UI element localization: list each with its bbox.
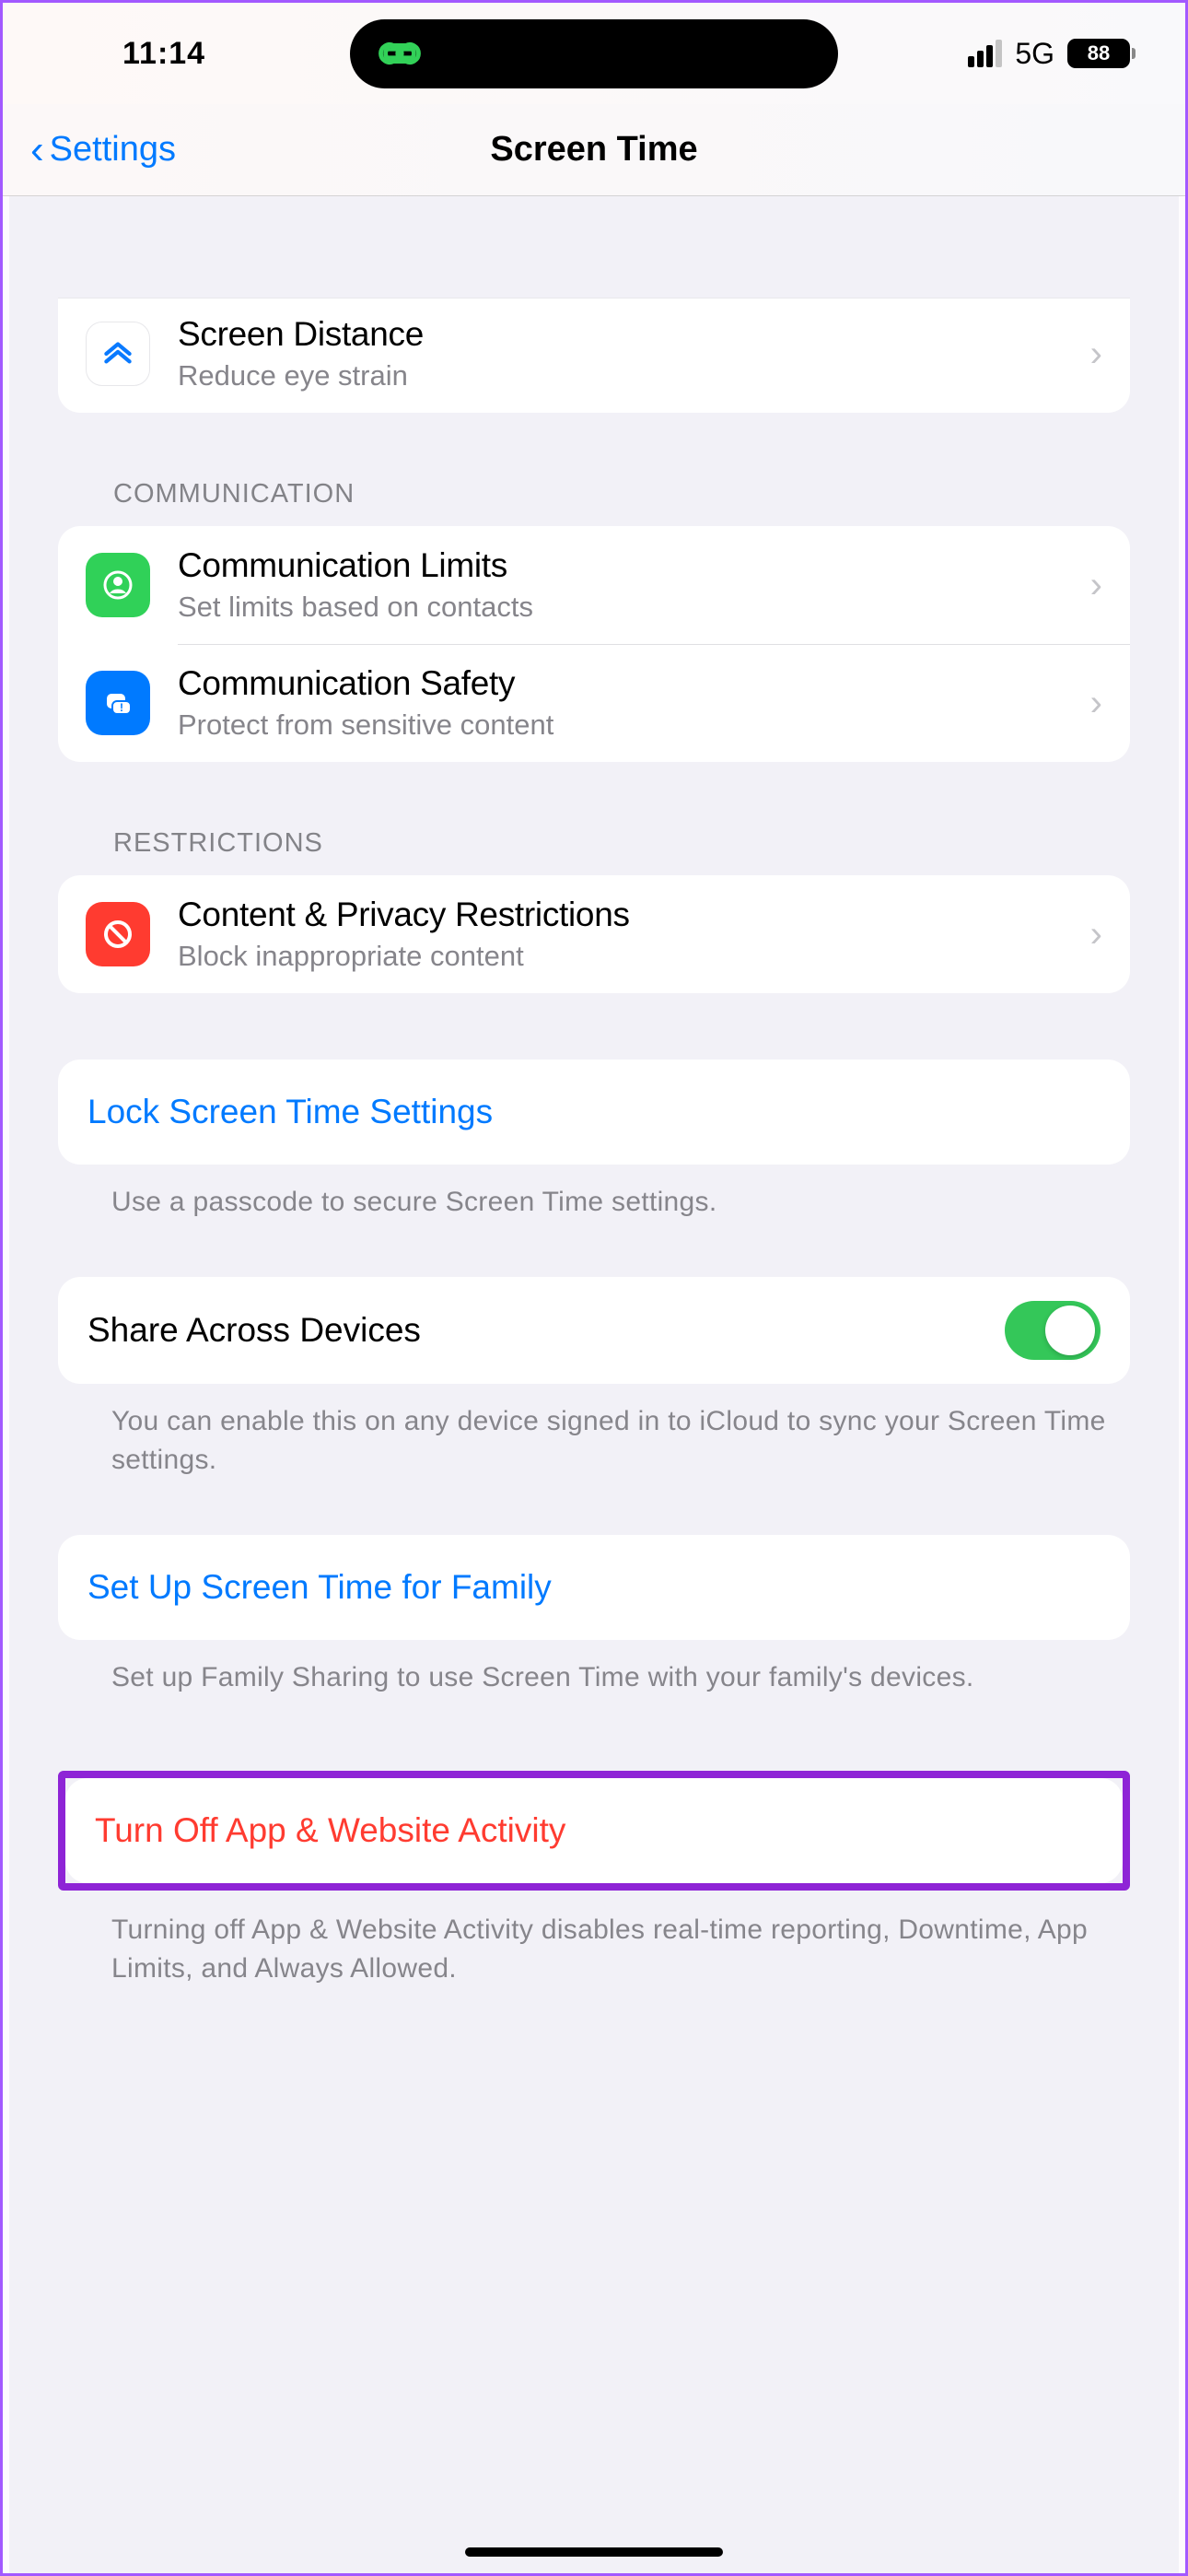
- content-privacy-row[interactable]: Content & Privacy Restrictions Block ina…: [58, 875, 1130, 993]
- network-label: 5G: [1015, 37, 1054, 71]
- lock-settings-label: Lock Screen Time Settings: [87, 1093, 493, 1130]
- communication-safety-subtitle: Protect from sensitive content: [178, 708, 1079, 742]
- communication-limits-subtitle: Set limits based on contacts: [178, 591, 1079, 624]
- chevron-right-icon: ›: [1090, 683, 1102, 724]
- turn-off-activity-label: Turn Off App & Website Activity: [95, 1811, 565, 1849]
- share-across-devices-footer: You can enable this on any device signed…: [111, 1402, 1130, 1480]
- chevron-right-icon: ›: [1090, 914, 1102, 955]
- share-across-devices-label: Share Across Devices: [87, 1311, 1005, 1350]
- content-scroll[interactable]: Screen Distance Reduce eye strain › Comm…: [9, 196, 1179, 2573]
- setup-family-label: Set Up Screen Time for Family: [87, 1568, 552, 1606]
- status-bar: 11:14 5G 88: [3, 3, 1185, 104]
- screen-distance-icon: [86, 322, 150, 386]
- lock-settings-footer: Use a passcode to secure Screen Time set…: [111, 1183, 1130, 1222]
- communication-limits-row[interactable]: Communication Limits Set limits based on…: [58, 526, 1130, 644]
- screen-distance-subtitle: Reduce eye strain: [178, 359, 1079, 392]
- setup-family-footer: Set up Family Sharing to use Screen Time…: [111, 1658, 1130, 1697]
- cellular-signal-icon: [968, 40, 1002, 67]
- back-label: Settings: [50, 130, 176, 170]
- screen-distance-card: Screen Distance Reduce eye strain ›: [58, 298, 1130, 413]
- status-right: 5G 88: [968, 37, 1130, 71]
- screen-distance-title: Screen Distance: [178, 315, 1079, 354]
- back-button[interactable]: ‹ Settings: [30, 127, 176, 173]
- chevron-left-icon: ‹: [30, 127, 44, 173]
- content-privacy-subtitle: Block inappropriate content: [178, 940, 1079, 973]
- turn-off-highlight: Turn Off App & Website Activity: [58, 1771, 1130, 1891]
- turn-off-activity-footer: Turning off App & Website Activity disab…: [111, 1911, 1130, 1988]
- lock-settings-button[interactable]: Lock Screen Time Settings: [58, 1060, 1130, 1165]
- dynamic-island[interactable]: [350, 19, 838, 88]
- setup-family-button[interactable]: Set Up Screen Time for Family: [58, 1535, 1130, 1640]
- screen-distance-row[interactable]: Screen Distance Reduce eye strain ›: [58, 299, 1130, 413]
- communication-limits-icon: [86, 553, 150, 617]
- chevron-right-icon: ›: [1090, 334, 1102, 375]
- content-privacy-title: Content & Privacy Restrictions: [178, 896, 1079, 934]
- status-time: 11:14: [122, 36, 205, 72]
- share-across-devices-row[interactable]: Share Across Devices: [58, 1277, 1130, 1384]
- battery-icon: 88: [1067, 39, 1130, 68]
- share-across-devices-toggle[interactable]: [1005, 1301, 1101, 1360]
- restrictions-header: Restrictions: [113, 828, 1130, 859]
- communication-safety-title: Communication Safety: [178, 664, 1079, 703]
- communication-safety-row[interactable]: ! Communication Safety Protect from sens…: [58, 644, 1130, 762]
- communication-safety-icon: !: [86, 671, 150, 735]
- page-title: Screen Time: [490, 130, 697, 170]
- communication-limits-title: Communication Limits: [178, 546, 1079, 585]
- navigation-bar: ‹ Settings Screen Time: [3, 104, 1185, 196]
- home-indicator[interactable]: [465, 2547, 723, 2557]
- personal-hotspot-icon: [378, 31, 422, 76]
- svg-text:!: !: [120, 701, 123, 714]
- content-privacy-icon: [86, 902, 150, 966]
- turn-off-activity-button[interactable]: Turn Off App & Website Activity: [65, 1778, 1123, 1883]
- communication-header: Communication: [113, 479, 1130, 509]
- chevron-right-icon: ›: [1090, 565, 1102, 606]
